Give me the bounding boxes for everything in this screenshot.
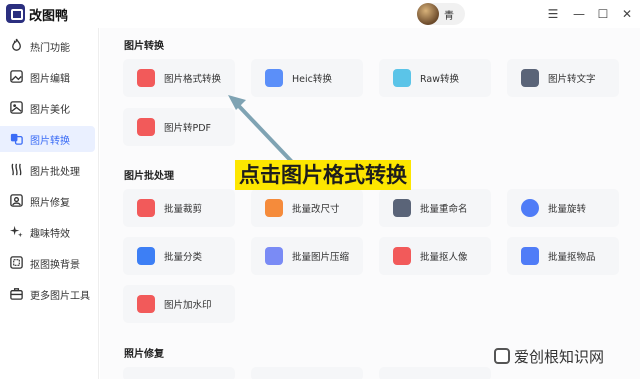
cutout-icon [10, 256, 23, 269]
section-title-batch: 图片批处理 [124, 171, 174, 182]
sidebar-item-image-convert[interactable]: 图片转换 [0, 126, 95, 152]
sidebar-item-label: 照片修复 [30, 198, 70, 209]
tool-raw-convert[interactable]: Raw转换 [379, 59, 491, 97]
tool-label: 图片转文字 [548, 74, 596, 85]
sidebar-item-label: 图片转换 [30, 136, 70, 147]
sidebar-item-label: 图片美化 [30, 105, 70, 116]
section-title-repair: 照片修复 [124, 349, 164, 360]
tool-image-to-text[interactable]: 图片转文字 [507, 59, 619, 97]
image-to-text-icon [521, 69, 539, 87]
app-logo-icon [6, 4, 25, 23]
sidebar: 热门功能 图片编辑 图片美化 图片转换 图片批处理 照片修复 趣味特效 抠图换背… [0, 28, 99, 379]
sidebar-item-label: 热门功能 [30, 43, 70, 54]
title-bar: 改图鸭 青 ☰ — ☐ ✕ [0, 0, 640, 28]
tool-label: Raw转换 [420, 74, 459, 85]
tool-label: 图片加水印 [164, 300, 212, 311]
main-content: 图片转换 图片格式转换 Heic转换 Raw转换 图片转文字 图片转PDF 图片… [100, 28, 640, 379]
rotate-icon [521, 199, 539, 217]
tool-batch-classify[interactable]: 批量分类 [123, 237, 235, 275]
tool-label: 批量图片压缩 [292, 252, 350, 263]
sidebar-item-label: 趣味特效 [30, 229, 70, 240]
close-button[interactable]: ✕ [618, 5, 636, 23]
tool-label: 批量分类 [164, 252, 203, 263]
tool-watermark[interactable]: 图片加水印 [123, 285, 235, 323]
image-edit-icon [10, 70, 23, 83]
tool-label: 批量重命名 [420, 204, 468, 215]
tool-label: 批量改尺寸 [292, 204, 340, 215]
tool-image-to-pdf[interactable]: 图片转PDF [123, 108, 235, 146]
watermark-logo-icon [494, 348, 510, 364]
watermark-text: 爱创根知识网 [514, 348, 605, 366]
toolbox-icon [10, 288, 23, 300]
sidebar-item-more-tools[interactable]: 更多图片工具 [0, 281, 95, 307]
sidebar-item-image-beautify[interactable]: 图片美化 [0, 95, 95, 121]
app-title: 改图鸭 [29, 9, 69, 24]
minimize-button[interactable]: — [570, 5, 588, 23]
image-beautify-icon [10, 101, 23, 114]
sidebar-item-label: 图片编辑 [30, 74, 70, 85]
crop-icon [137, 199, 155, 217]
image-format-icon [137, 69, 155, 87]
sidebar-item-photo-repair[interactable]: 照片修复 [0, 188, 95, 214]
photo-repair-icon [10, 194, 23, 207]
tool-label: 批量抠物品 [548, 252, 596, 263]
tool-batch-compress[interactable]: 批量图片压缩 [251, 237, 363, 275]
username: 青 [444, 11, 454, 22]
tool-label: 批量抠人像 [420, 252, 468, 263]
sparkle-icon [9, 225, 23, 238]
sidebar-item-image-edit[interactable]: 图片编辑 [0, 64, 95, 90]
maximize-button[interactable]: ☐ [594, 5, 612, 23]
tool-batch-crop[interactable]: 批量裁剪 [123, 189, 235, 227]
menu-button[interactable]: ☰ [544, 5, 562, 23]
image-convert-icon [10, 133, 23, 145]
raw-icon [393, 69, 411, 87]
heic-icon [265, 69, 283, 87]
tool-label: 批量裁剪 [164, 204, 203, 215]
tool-repair-1[interactable] [123, 367, 235, 379]
rename-icon [393, 199, 411, 217]
section-title-convert: 图片转换 [124, 41, 164, 52]
sidebar-item-cutout[interactable]: 抠图换背景 [0, 250, 95, 276]
object-cutout-icon [521, 247, 539, 265]
watermark-icon [137, 295, 155, 313]
tool-batch-portrait-cutout[interactable]: 批量抠人像 [379, 237, 491, 275]
sidebar-item-label: 图片批处理 [30, 167, 80, 178]
tool-batch-rename[interactable]: 批量重命名 [379, 189, 491, 227]
resize-icon [265, 199, 283, 217]
sidebar-item-fun-effects[interactable]: 趣味特效 [0, 219, 95, 245]
tool-batch-object-cutout[interactable]: 批量抠物品 [507, 237, 619, 275]
annotation-label: 点击图片格式转换 [235, 160, 411, 190]
tool-label: Heic转换 [292, 74, 332, 85]
tool-label: 图片格式转换 [164, 74, 222, 85]
tool-batch-resize[interactable]: 批量改尺寸 [251, 189, 363, 227]
sidebar-item-label: 更多图片工具 [30, 291, 90, 302]
tool-image-format-convert[interactable]: 图片格式转换 [123, 59, 235, 97]
tool-heic-convert[interactable]: Heic转换 [251, 59, 363, 97]
sidebar-item-batch[interactable]: 图片批处理 [0, 157, 95, 183]
tool-repair-2[interactable] [251, 367, 363, 379]
sidebar-item-hot[interactable]: 热门功能 [0, 33, 95, 59]
pdf-icon [137, 118, 155, 136]
compress-icon [265, 247, 283, 265]
tool-repair-3[interactable] [379, 367, 491, 379]
avatar[interactable] [417, 3, 439, 25]
tool-batch-rotate[interactable]: 批量旋转 [507, 189, 619, 227]
portrait-cutout-icon [393, 247, 411, 265]
batch-icon [11, 163, 22, 176]
classify-icon [137, 247, 155, 265]
sidebar-item-label: 抠图换背景 [30, 260, 80, 271]
flame-icon [12, 38, 21, 51]
user-profile[interactable]: 青 [417, 3, 465, 25]
tool-label: 图片转PDF [164, 123, 212, 134]
tool-label: 批量旋转 [548, 204, 587, 215]
